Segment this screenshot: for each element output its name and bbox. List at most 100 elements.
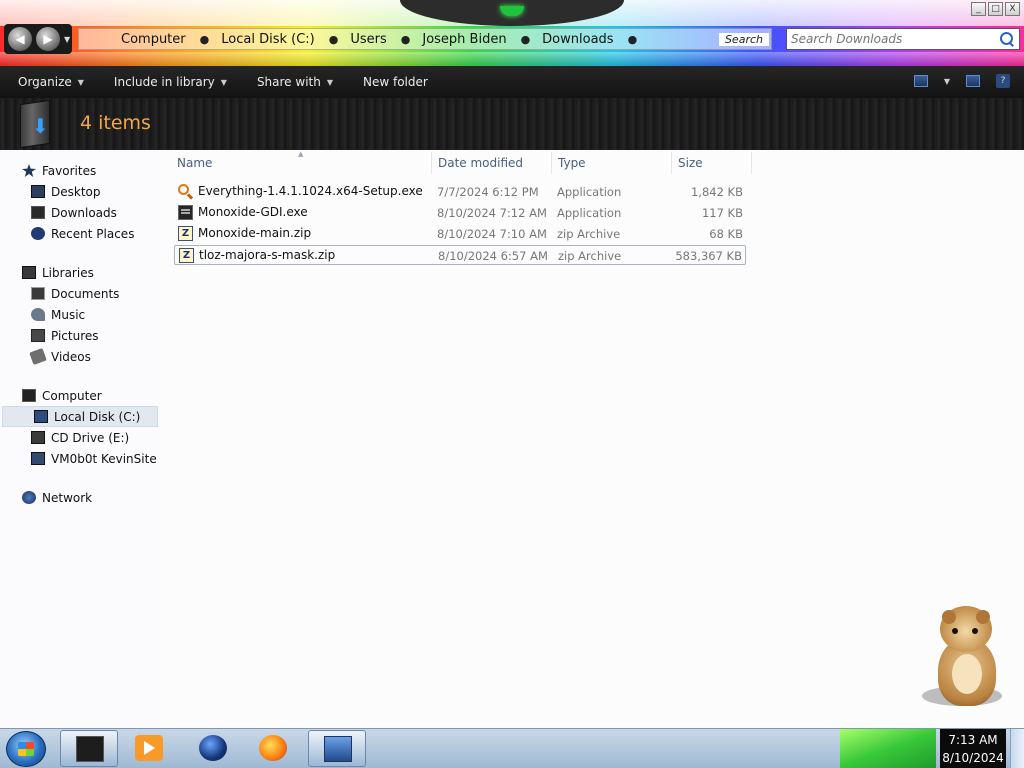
network-group: Network [0, 487, 158, 508]
search-input[interactable] [787, 32, 987, 46]
taskbar-firefox[interactable] [244, 730, 302, 767]
close-button[interactable]: X [1005, 2, 1020, 16]
breadcrumb-separator-icon[interactable]: ● [196, 33, 222, 46]
show-desktop-button[interactable] [1010, 729, 1024, 768]
file-size: 117 KB [701, 206, 743, 220]
file-type: Application [557, 185, 622, 199]
sidebar-label: Documents [51, 286, 120, 301]
sidebar-label: Local Disk (C:) [54, 409, 141, 424]
include-in-library-menu[interactable]: Include in library ▼ [114, 75, 227, 89]
breadcrumb-joseph-biden[interactable]: Joseph Biden [422, 32, 516, 47]
installer-icon [178, 184, 189, 195]
sidebar-item-network[interactable]: Network [0, 487, 158, 508]
libraries-icon [22, 266, 36, 279]
preview-pane-icon[interactable] [966, 75, 980, 87]
column-divider[interactable] [431, 152, 432, 174]
back-button[interactable]: ◀ [8, 27, 32, 51]
share-with-menu[interactable]: Share with ▼ [257, 75, 333, 89]
tray-wallpaper-thumbnail [840, 729, 936, 768]
zip-icon: Z [179, 248, 194, 263]
forward-button[interactable]: ▶ [36, 27, 60, 51]
column-header-size[interactable]: Size [678, 156, 703, 172]
breadcrumb-separator-icon[interactable]: ● [397, 33, 423, 46]
sidebar-label: Network [42, 490, 93, 505]
sidebar-item-documents[interactable]: Documents [0, 283, 158, 304]
sidebar-label: Computer [42, 388, 102, 403]
sidebar-item-videos[interactable]: Videos [0, 346, 158, 367]
taskbar-media-player[interactable] [120, 730, 178, 767]
sidebar-item-network-drive[interactable]: VM0b0t KevinSite [0, 448, 158, 469]
sort-ascending-icon: ▲ [298, 150, 304, 158]
favorites-group: Favorites Desktop Downloads Recent Place… [0, 160, 158, 244]
column-divider[interactable] [751, 152, 752, 174]
sidebar-item-desktop[interactable]: Desktop [0, 181, 158, 202]
music-icon [31, 308, 45, 321]
file-size: 583,367 KB [675, 249, 742, 263]
file-name: Monoxide-GDI.exe [198, 205, 308, 219]
column-header-type[interactable]: Type [558, 156, 586, 172]
file-list: ▲ Name Date modified Type Size Everythin… [160, 150, 1024, 728]
chevron-down-icon: ▼ [77, 77, 84, 87]
address-bar[interactable]: Computer ● Local Disk (C:) ● Users ● Jos… [78, 28, 772, 50]
sidebar-item-computer[interactable]: Computer [0, 385, 158, 406]
file-row[interactable]: Everything-1.4.1.1024.x64-Setup.exe 7/7/… [174, 182, 746, 202]
help-icon[interactable]: ? [996, 74, 1010, 88]
start-button[interactable] [6, 731, 46, 767]
file-row[interactable]: Monoxide-GDI.exe 8/10/2024 7:12 AM Appli… [174, 203, 746, 223]
taskbar: 7:13 AM 8/10/2024 [0, 728, 1024, 768]
search-icon[interactable] [999, 31, 1015, 47]
breadcrumb-users[interactable]: Users [350, 32, 396, 47]
search-box[interactable] [786, 28, 1020, 50]
organize-menu[interactable]: Organize ▼ [18, 75, 84, 89]
network-connections-icon [324, 736, 352, 762]
documents-icon [31, 287, 45, 300]
window-controls: _ □ X [971, 2, 1020, 16]
sidebar-item-favorites[interactable]: Favorites [0, 160, 158, 181]
maximize-button[interactable]: □ [988, 2, 1003, 16]
column-divider[interactable] [671, 152, 672, 174]
file-date: 7/7/2024 6:12 PM [437, 185, 539, 199]
breadcrumb-separator-icon[interactable]: ● [517, 33, 543, 46]
column-header-date-modified[interactable]: Date modified [438, 156, 523, 172]
minimize-button[interactable]: _ [971, 2, 986, 16]
sidebar-item-local-disk[interactable]: Local Disk (C:) [2, 406, 158, 427]
media-player-icon [135, 735, 163, 761]
star-icon [22, 164, 36, 177]
item-count: 4 items [80, 112, 151, 134]
breadcrumb-local-disk[interactable]: Local Disk (C:) [221, 32, 324, 47]
sidebar-label: Favorites [42, 163, 97, 178]
file-date: 8/10/2024 7:10 AM [437, 227, 547, 241]
navigation-buttons: ◀ ▶ ▼ [4, 24, 72, 54]
network-icon [22, 491, 36, 504]
hamster-desktop-pet[interactable] [918, 600, 1014, 712]
network-drive-icon [31, 452, 45, 465]
file-type: zip Archive [557, 227, 621, 241]
breadcrumb-computer[interactable]: Computer [79, 32, 196, 47]
breadcrumb-separator-icon[interactable]: ● [325, 33, 351, 46]
breadcrumb-downloads[interactable]: Downloads [542, 32, 623, 47]
file-row[interactable]: Z tloz-majora-s-mask.zip 8/10/2024 6:57 … [174, 245, 746, 265]
taskbar-explorer[interactable] [60, 730, 118, 767]
sidebar-item-music[interactable]: Music [0, 304, 158, 325]
sidebar-item-recent-places[interactable]: Recent Places [0, 223, 158, 244]
taskbar-network-connections[interactable] [308, 730, 366, 767]
column-header-name[interactable]: Name [177, 156, 212, 172]
system-clock[interactable]: 7:13 AM 8/10/2024 [940, 729, 1006, 768]
breadcrumb-separator-icon[interactable]: ● [624, 33, 650, 46]
file-row[interactable]: Z Monoxide-main.zip 8/10/2024 7:10 AM zi… [174, 224, 746, 244]
sidebar-item-libraries[interactable]: Libraries [0, 262, 158, 283]
taskbar-globe[interactable] [184, 730, 242, 767]
sidebar-item-cd-drive[interactable]: CD Drive (E:) [0, 427, 158, 448]
sidebar-item-pictures[interactable]: Pictures [0, 325, 158, 346]
file-name: Everything-1.4.1.1024.x64-Setup.exe [198, 184, 423, 198]
libraries-group: Libraries Documents Music Pictures Video… [0, 262, 158, 367]
file-date: 8/10/2024 6:57 AM [438, 249, 548, 263]
new-folder-button[interactable]: New folder [363, 75, 428, 89]
view-options-chevron-icon[interactable]: ▼ [944, 77, 950, 86]
column-divider[interactable] [551, 152, 552, 174]
include-in-library-label: Include in library [113, 75, 215, 89]
change-view-icon[interactable] [913, 75, 928, 87]
application-icon [178, 205, 193, 220]
recent-pages-dropdown-icon[interactable]: ▼ [64, 35, 70, 44]
sidebar-item-downloads[interactable]: Downloads [0, 202, 158, 223]
